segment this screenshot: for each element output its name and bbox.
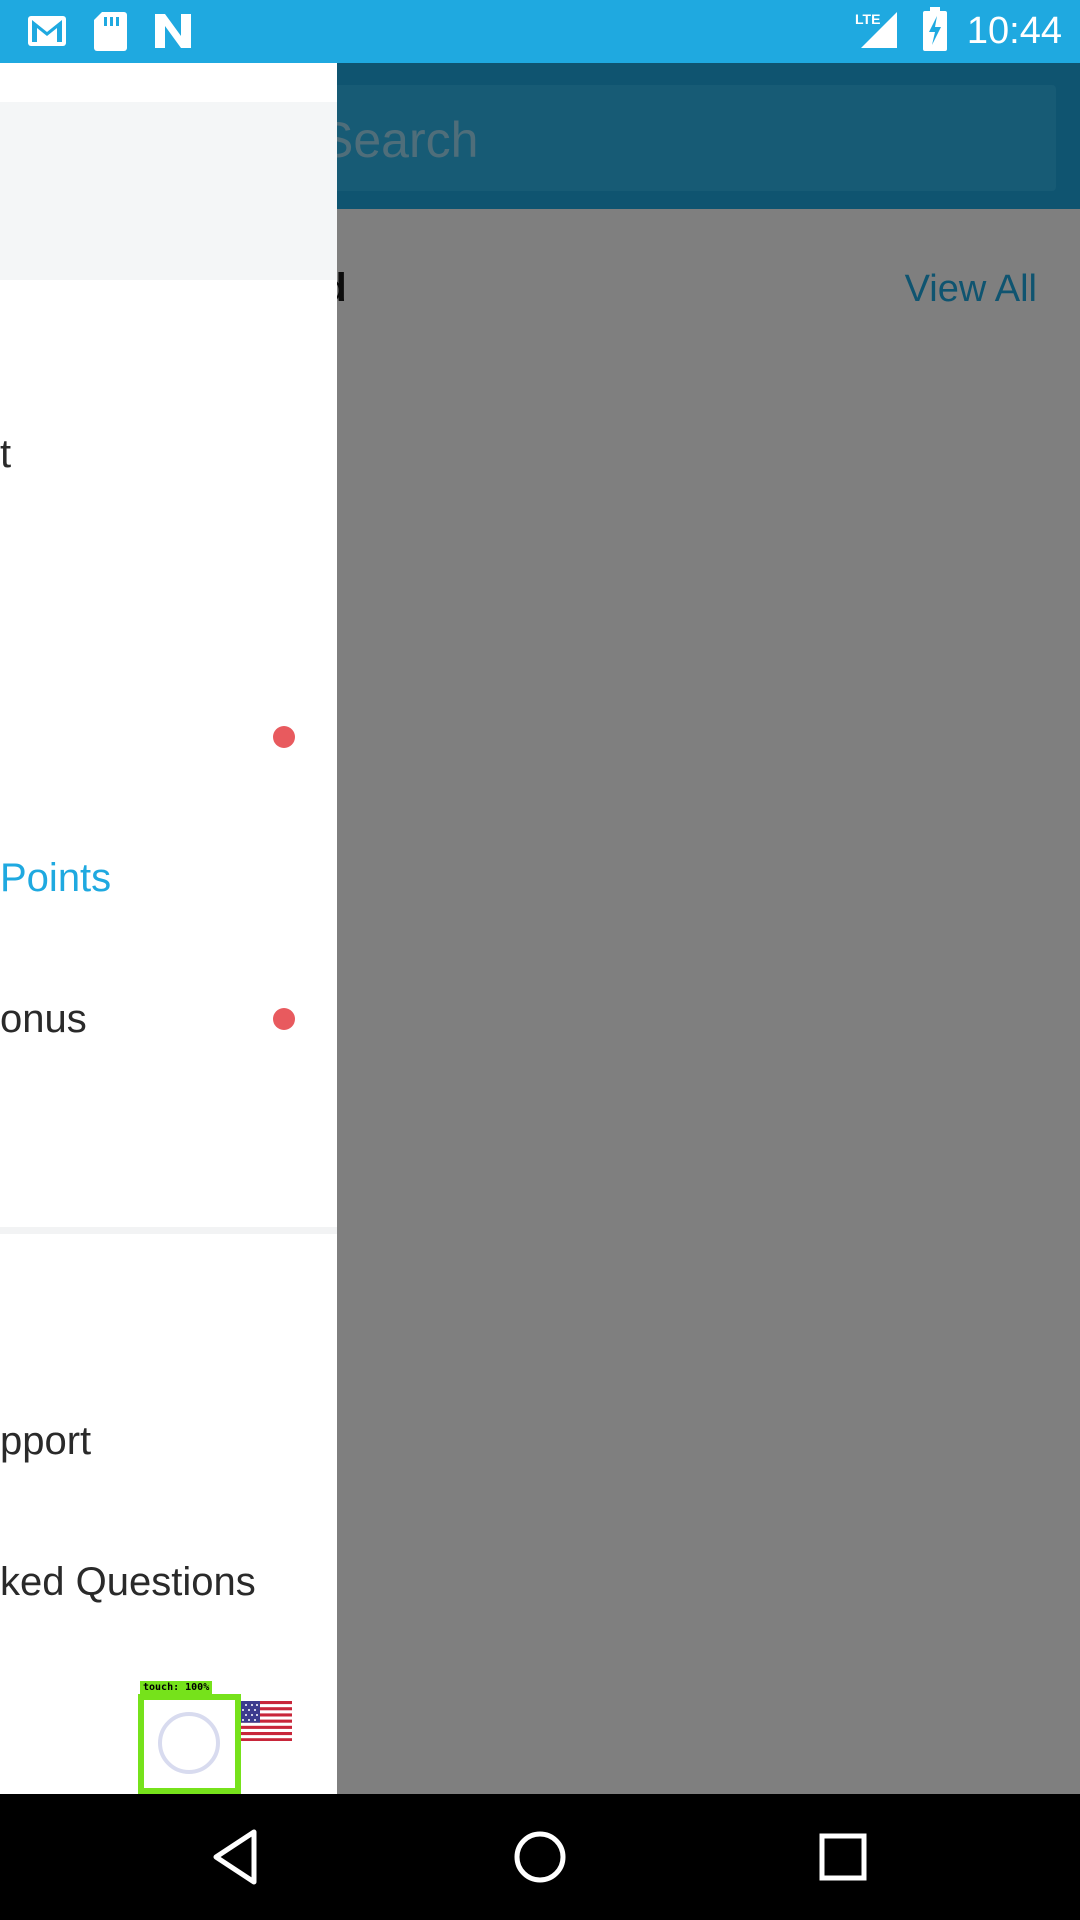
gmail-icon [26, 10, 68, 57]
drawer-profile-header[interactable] [0, 102, 337, 280]
drawer-item-1[interactable]: t [0, 432, 11, 477]
navigation-drawer: t Points onus pport ked Questions [0, 63, 337, 1794]
us-flag-icon[interactable] [236, 1701, 292, 1741]
drawer-divider [0, 1227, 337, 1234]
drawer-item-support[interactable]: pport [0, 1419, 91, 1464]
notification-dot [273, 726, 295, 748]
clock: 10:44 [966, 10, 1062, 52]
system-status: LTE 10:44 [853, 0, 1062, 63]
sd-card-icon [92, 10, 128, 57]
drawer-item-bonus[interactable]: onus [0, 997, 87, 1042]
system-nav-bar [0, 1794, 1080, 1920]
drawer-item-faq[interactable]: ked Questions [0, 1560, 256, 1605]
svg-text:LTE: LTE [855, 11, 880, 27]
touch-label: touch: 100% [140, 1681, 213, 1694]
notification-icons [26, 10, 194, 57]
notification-dot [273, 1008, 295, 1030]
recents-icon[interactable] [810, 1824, 876, 1890]
status-bar: LTE 10:44 [0, 0, 1080, 63]
back-icon[interactable] [204, 1824, 270, 1890]
touch-highlight-box [138, 1694, 241, 1794]
n-app-icon [152, 10, 194, 57]
drawer-item-points[interactable]: Points [0, 856, 111, 901]
home-icon[interactable] [507, 1824, 573, 1890]
battery-charging-icon [921, 7, 949, 56]
lte-signal-icon: LTE [853, 8, 903, 55]
